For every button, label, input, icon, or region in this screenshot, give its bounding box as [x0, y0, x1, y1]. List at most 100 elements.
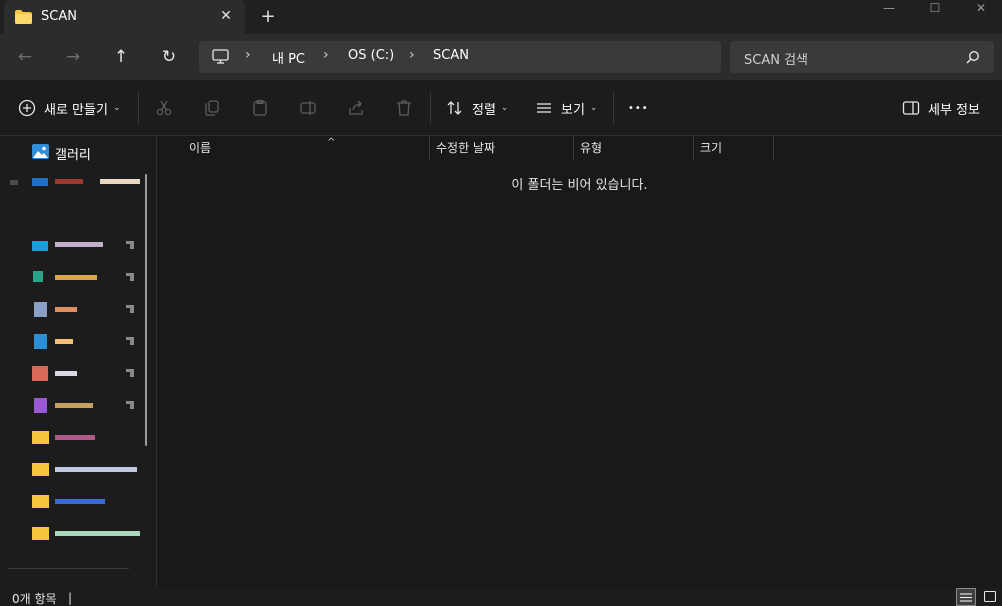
sidebar-item[interactable] [0, 170, 148, 198]
search-icon [966, 50, 980, 64]
more-options-button[interactable]: ••• [628, 96, 649, 120]
sidebar-item[interactable] [0, 329, 148, 357]
breadcrumb-separator: › [323, 47, 329, 63]
tab-title: SCAN [41, 9, 77, 24]
copy-icon [205, 100, 219, 116]
column-header-label: 크기 [700, 141, 723, 155]
sidebar-item[interactable] [0, 521, 148, 549]
redacted-pixels [10, 180, 18, 185]
column-header-name[interactable]: 이름 ^ [183, 136, 429, 161]
copy-button[interactable] [200, 96, 224, 120]
new-button[interactable]: 새로 만들기 ⌄ [18, 96, 120, 120]
divider [430, 92, 431, 124]
redacted-pixels [55, 275, 97, 280]
search-box[interactable]: SCAN 검색 [730, 41, 994, 73]
sidebar-item-gallery[interactable]: 갤러리 [0, 137, 148, 165]
column-header-modified[interactable]: 수정한 날짜 [430, 136, 573, 161]
up-button[interactable]: ↑ [108, 44, 134, 70]
redacted-pixels [55, 499, 105, 504]
forward-button[interactable]: → [60, 44, 86, 70]
redacted-pixels [55, 531, 140, 536]
column-separator[interactable] [773, 136, 774, 161]
tiles-view-icon [984, 591, 996, 602]
clipboard-icon [253, 99, 267, 116]
sidebar-item[interactable] [0, 297, 148, 325]
sort-button[interactable]: 정렬 ⌄ [446, 96, 508, 120]
close-tab-icon[interactable]: ✕ [214, 4, 238, 28]
redacted-pixels [55, 339, 73, 344]
gallery-icon [32, 144, 49, 159]
pc-icon [212, 49, 229, 64]
folder-icon [15, 10, 32, 24]
delete-button[interactable] [392, 96, 416, 120]
plus-circle-icon [18, 99, 36, 117]
column-header-type[interactable]: 유형 [574, 136, 693, 161]
redacted-pixels [55, 307, 77, 312]
refresh-button[interactable]: ↻ [156, 44, 182, 70]
sidebar-item[interactable] [0, 425, 148, 453]
minimize-icon[interactable]: — [866, 0, 912, 18]
details-pane-icon [902, 101, 920, 115]
share-button[interactable] [344, 96, 368, 120]
rename-button[interactable] [296, 96, 320, 120]
pin-icon [126, 337, 134, 345]
view-button[interactable]: 보기 ⌄ [535, 96, 597, 120]
breadcrumb-separator: › [409, 47, 415, 63]
file-list: 이름 ^ 수정한 날짜 유형 크기 이 폴더는 비어 있습니다. [157, 136, 1002, 588]
redacted-pixels [55, 179, 83, 184]
scissors-icon [156, 100, 172, 116]
tiles-view-button[interactable] [980, 588, 1000, 606]
pin-icon [126, 305, 134, 313]
search-input[interactable]: SCAN 검색 [744, 49, 808, 68]
breadcrumb-item-scan[interactable]: SCAN [433, 48, 469, 63]
sidebar-item[interactable] [0, 233, 148, 261]
new-button-label: 새로 만들기 [44, 102, 108, 118]
column-header-label: 수정한 날짜 [436, 141, 496, 155]
breadcrumb[interactable]: › 내 PC › OS (C:) › SCAN [199, 41, 721, 73]
navigation-pane: 갤러리 [0, 136, 156, 588]
sidebar-item[interactable] [0, 393, 148, 421]
redacted-pixels [55, 371, 77, 376]
pin-icon [126, 241, 134, 249]
details-pane-label: 세부 정보 [928, 102, 980, 118]
sidebar-item[interactable] [0, 265, 148, 293]
sort-ascending-icon: ^ [327, 137, 336, 148]
music-icon [32, 366, 48, 381]
details-view-button[interactable] [956, 588, 976, 606]
cut-button[interactable] [152, 96, 176, 120]
pictures-icon [34, 334, 47, 349]
status-bar: 0개 항목 | [0, 588, 1002, 606]
new-tab-button[interactable]: + [256, 5, 280, 29]
videos-icon [34, 398, 47, 413]
chevron-down-icon: ⌄ [112, 103, 121, 113]
sidebar-scrollbar[interactable] [145, 174, 147, 446]
tab-scan[interactable]: SCAN ✕ [4, 0, 245, 34]
column-header-label: 유형 [580, 141, 603, 155]
redacted-pixels [100, 179, 140, 184]
details-pane-button[interactable]: 세부 정보 [902, 96, 980, 120]
sidebar-item[interactable] [0, 457, 148, 485]
sidebar-item[interactable] [0, 361, 148, 389]
folder-icon [32, 431, 49, 444]
list-lines-icon [537, 103, 551, 113]
sidebar-item-label: 갤러리 [55, 148, 91, 163]
downloads-icon [33, 271, 43, 282]
empty-folder-message: 이 폴더는 비어 있습니다. [511, 178, 648, 193]
command-bar: 새로 만들기 ⌄ 정렬 ⌄ 보기 ⌄ ••• 세부 정보 [0, 80, 1002, 136]
maximize-icon[interactable]: ☐ [912, 0, 958, 18]
paste-button[interactable] [248, 96, 272, 120]
redacted-pixels [55, 467, 137, 472]
close-window-icon[interactable]: ✕ [958, 0, 1002, 18]
sidebar-item[interactable] [0, 489, 148, 517]
column-header-size[interactable]: 크기 [694, 136, 773, 161]
rename-icon [300, 101, 316, 115]
redacted-pixels [55, 403, 93, 408]
desktop-icon [32, 241, 48, 251]
trash-icon [397, 100, 411, 116]
share-icon [349, 100, 363, 115]
breadcrumb-separator: › [245, 47, 251, 63]
breadcrumb-item-os-c[interactable]: OS (C:) [348, 48, 394, 63]
folder-icon [32, 495, 49, 508]
breadcrumb-item-my-pc[interactable]: 내 PC [272, 48, 305, 67]
back-button[interactable]: ← [12, 44, 38, 70]
